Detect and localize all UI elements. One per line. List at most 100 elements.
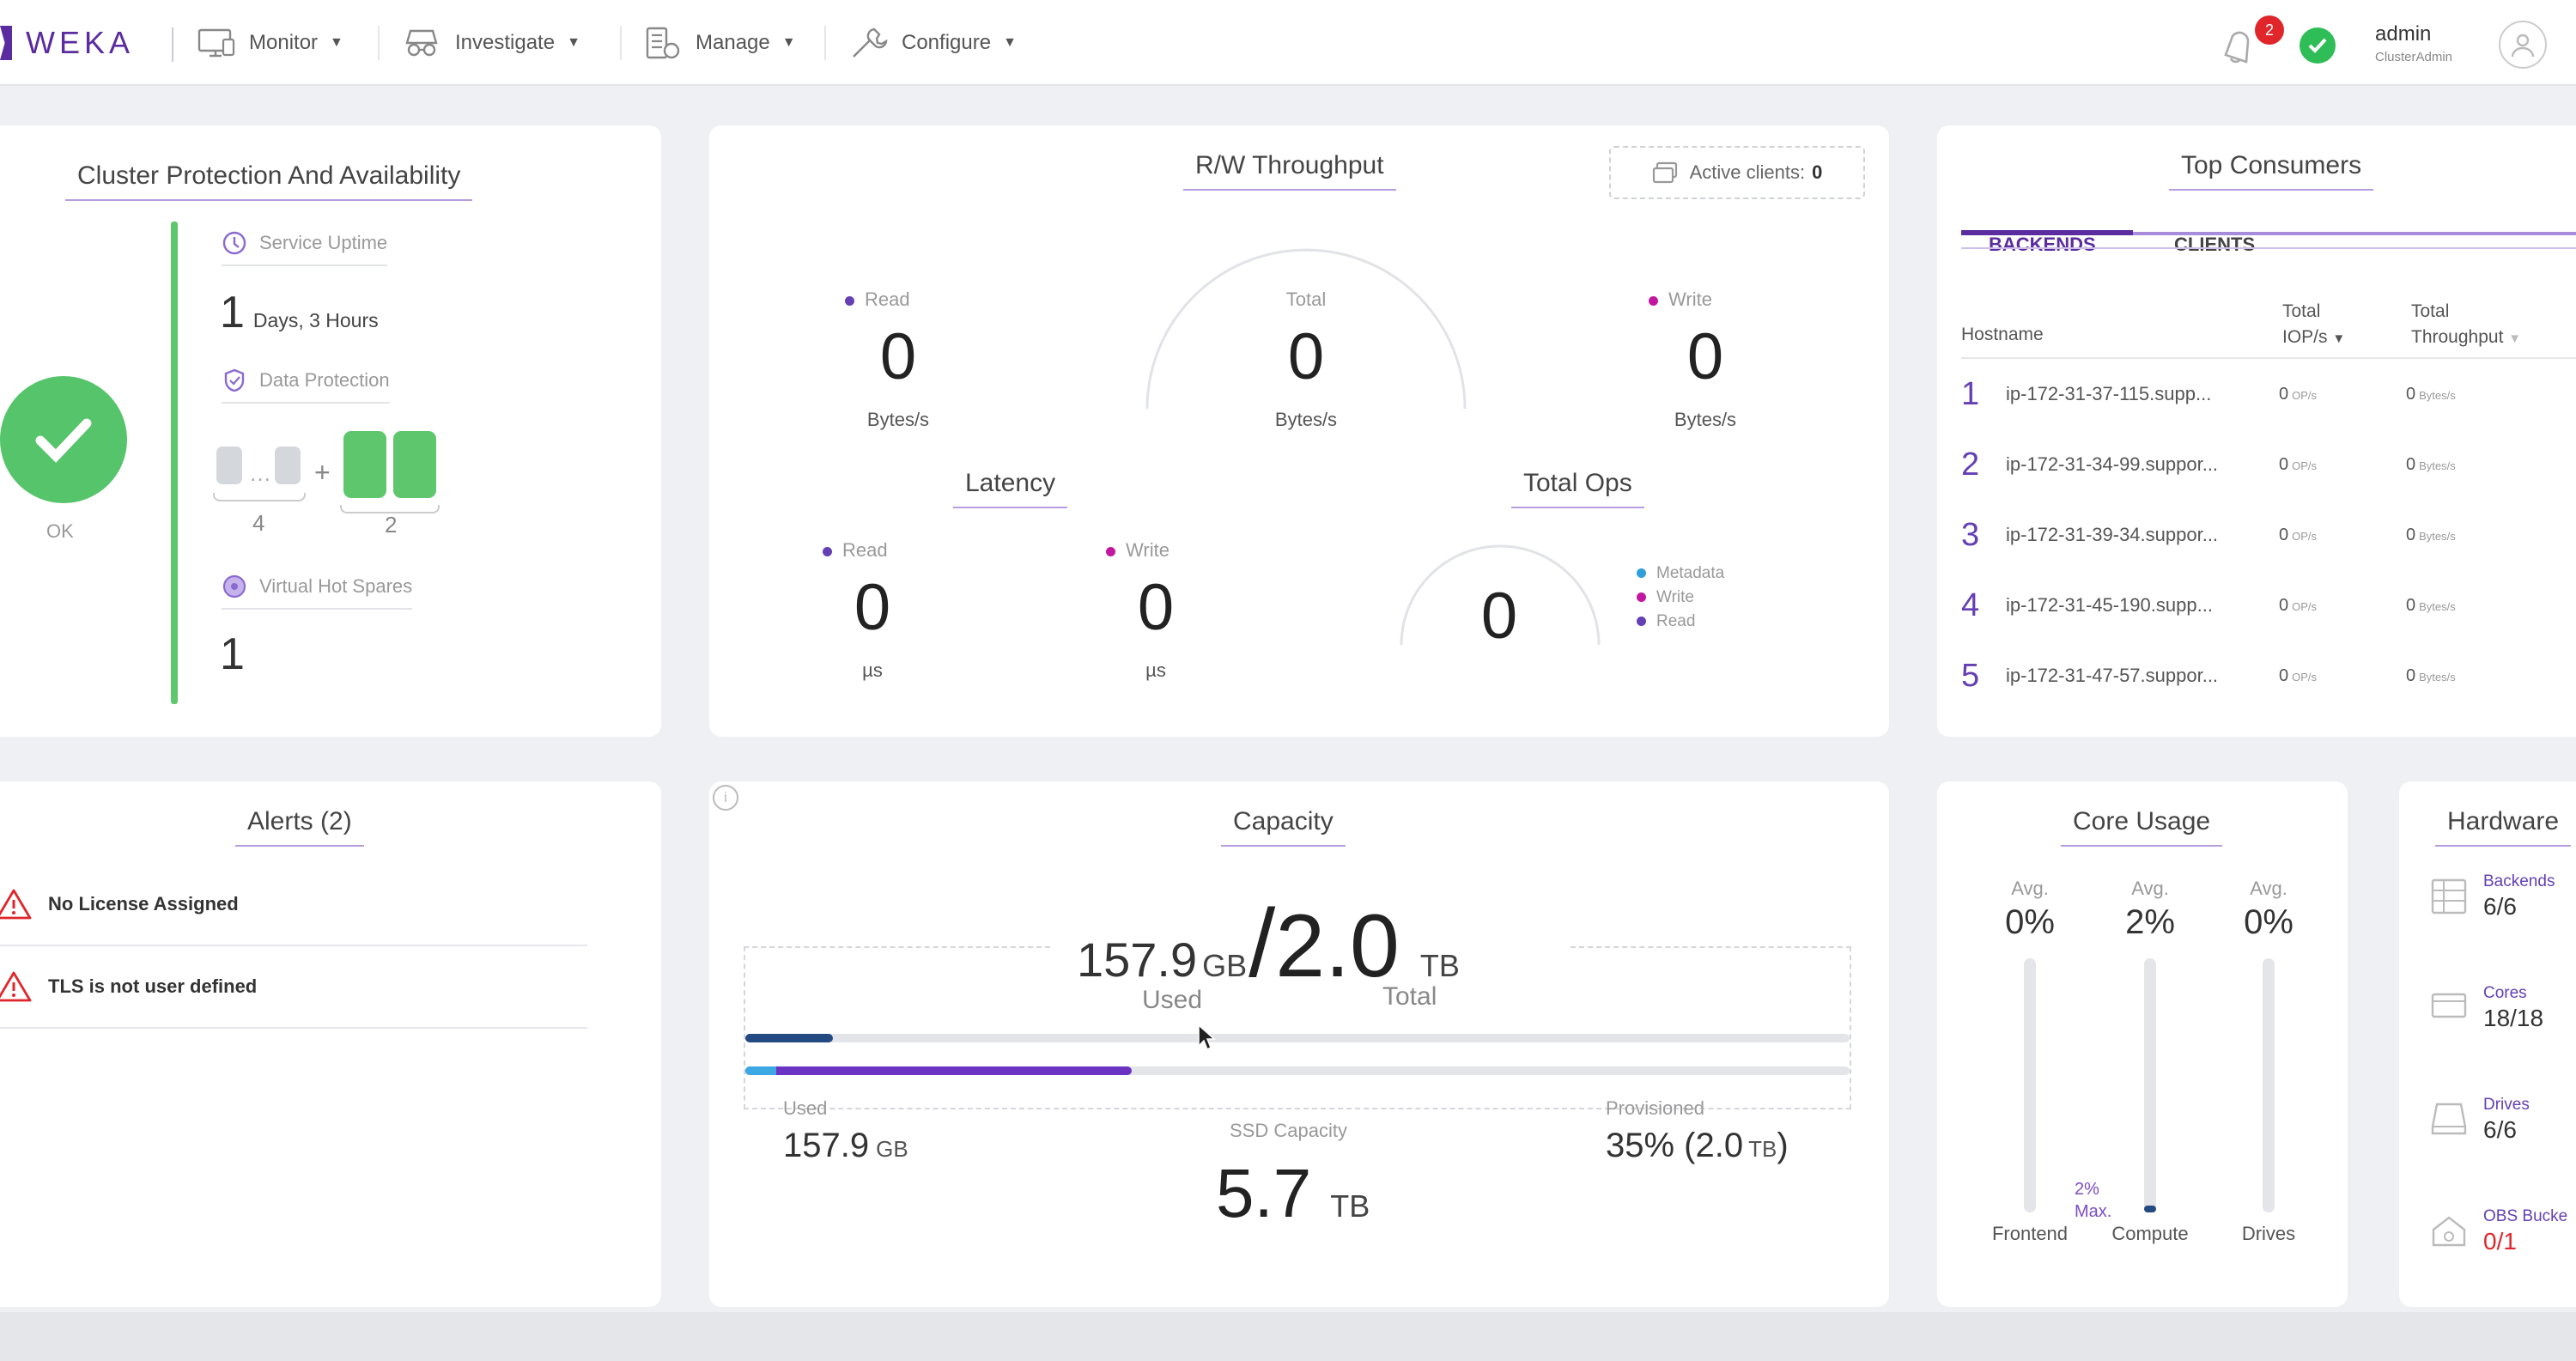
- data-drive-ellipsis: …: [249, 460, 271, 486]
- nav-monitor[interactable]: Monitor ▼: [197, 24, 343, 62]
- write-throughput-unit: Bytes/s: [1674, 409, 1737, 430]
- table-row[interactable]: 1 ip-172-31-37-115.supp... 0 OP/s 0 Bytes/…: [1961, 359, 2576, 429]
- latency-read-unit: µs: [862, 659, 883, 681]
- legend-metadata: Metadata: [1637, 562, 1724, 586]
- tab-clients[interactable]: CLIENTS: [2174, 234, 2255, 256]
- check-icon: [35, 418, 92, 463]
- hardware-obs-buckets[interactable]: OBS Bucke 0/1: [2430, 1207, 2567, 1255]
- active-clients-box[interactable]: Active clients: 0: [1609, 146, 1865, 199]
- data-drive-bracket: [213, 493, 306, 501]
- hardware-backends[interactable]: Backends 6/6: [2430, 872, 2555, 920]
- total-capacity-unit: TB: [1419, 948, 1460, 983]
- row-rank: 1: [1961, 375, 1980, 412]
- alerts-title: Alerts (2): [247, 807, 352, 847]
- ssd-used-fill: [745, 1066, 776, 1075]
- drives-avg-value: 0%: [2244, 903, 2293, 941]
- row-tp-unit: Bytes/s: [2419, 459, 2456, 472]
- weka-logo-mark: [0, 26, 12, 60]
- latency-read-value: 0: [854, 571, 891, 644]
- compute-usage-bar: [2144, 958, 2156, 1212]
- hot-spares-value: 1: [220, 629, 245, 679]
- throughput-card: R/W Throughput Active clients: 0 Read 0 …: [709, 125, 1889, 737]
- latency-write-text: Write: [1126, 539, 1170, 561]
- iops-column-header[interactable]: Total IOP/s ▼: [2282, 299, 2345, 352]
- row-throughput: 0 Bytes/s: [2406, 596, 2543, 616]
- used-capacity-value: 157.9: [1077, 933, 1198, 987]
- nav-monitor-label: Monitor: [249, 31, 319, 54]
- capacity-title: Capacity: [1233, 807, 1334, 847]
- total-capacity-value: 2.0: [1275, 896, 1400, 996]
- total-throughput-value: 0: [1287, 320, 1325, 393]
- top-consumers-title: Top Consumers: [2181, 151, 2361, 191]
- spares-icon: [222, 574, 246, 598]
- read-dot: [823, 546, 832, 556]
- investigate-icon: [405, 29, 438, 57]
- row-tp-value: 0: [2406, 595, 2416, 615]
- alert-item[interactable]: No License Assigned: [0, 864, 587, 946]
- total-ops-value: 0: [1480, 580, 1518, 653]
- total-throughput-unit: Bytes/s: [1274, 409, 1338, 430]
- row-tp-value: 0: [2406, 384, 2416, 404]
- frontend-avg-label: Avg.: [2011, 878, 2049, 899]
- row-iops-value: 0: [2279, 595, 2289, 615]
- cpu-icon: [2431, 993, 2467, 1018]
- data-drive-icon: [275, 447, 301, 484]
- bell-icon: [2224, 31, 2250, 64]
- shield-icon: [224, 368, 245, 392]
- check-icon: [2308, 38, 2327, 53]
- row-iops: 0 OP/s: [2279, 666, 2406, 686]
- row-hostname: ip-172-31-47-57.suppor...: [2006, 665, 2219, 686]
- table-row[interactable]: 5 ip-172-31-47-57.suppor... 0 OP/s 0 Bytes…: [1961, 641, 2576, 711]
- ssd-used-label: Used: [783, 1097, 828, 1119]
- hardware-cores[interactable]: Cores 18/18: [2430, 984, 2543, 1032]
- ssd-capacity-number: 5.7: [1216, 1155, 1312, 1231]
- read-dot: [845, 295, 854, 306]
- cluster-protection-title: Cluster Protection And Availability: [77, 161, 460, 201]
- protection-status-line: [171, 222, 178, 704]
- alert-item[interactable]: TLS is not user defined: [0, 946, 587, 1029]
- hardware-drives[interactable]: Drives 6/6: [2430, 1096, 2530, 1144]
- manage-icon: [646, 27, 680, 59]
- tab-backends[interactable]: BACKENDS: [1989, 234, 2096, 256]
- avatar[interactable]: [2499, 21, 2547, 69]
- row-iops: 0 OP/s: [2279, 596, 2406, 616]
- hardware-drives-label: Drives: [2483, 1096, 2530, 1114]
- table-row[interactable]: 3 ip-172-31-39-34.suppor... 0 OP/s 0 Bytes…: [1961, 500, 2576, 570]
- write-label-text: Write: [1668, 289, 1712, 310]
- weka-logo[interactable]: WEKA: [0, 24, 134, 62]
- cluster-status-ok[interactable]: [2300, 27, 2336, 64]
- bucket-icon: [2432, 1216, 2466, 1247]
- throughput-title: R/W Throughput: [1195, 151, 1384, 191]
- hostname-column-header[interactable]: Hostname: [1961, 325, 2044, 345]
- latency-read-text: Read: [842, 539, 888, 561]
- provisioned-close: ): [1777, 1127, 1789, 1164]
- chevron-down-icon: ▼: [330, 35, 343, 50]
- row-tp-value: 0: [2406, 665, 2416, 685]
- nav-configure[interactable]: Configure ▼: [850, 24, 1017, 62]
- hot-spares-heading: Virtual Hot Spares: [222, 574, 413, 610]
- read-label-text: Read: [865, 289, 910, 310]
- write-dot: [1649, 295, 1658, 306]
- table-row[interactable]: 4 ip-172-31-45-190.supp... 0 OP/s 0 Bytes/…: [1961, 570, 2576, 641]
- ssd-capacity-label: SSD Capacity: [1230, 1120, 1347, 1141]
- latency-write-unit: µs: [1145, 659, 1166, 681]
- tp-header-text: Throughput: [2411, 327, 2504, 347]
- provisioned-number: 35% (2.0: [1606, 1127, 1744, 1164]
- latency-write-value: 0: [1137, 571, 1175, 644]
- uptime-unit: Days, 3 Hours: [252, 309, 379, 331]
- notification-count-badge: 2: [2255, 15, 2284, 45]
- nav-separator: [620, 26, 622, 60]
- write-throughput-label: Write: [1649, 289, 1712, 311]
- nav-manage[interactable]: Manage ▼: [644, 24, 796, 62]
- row-iops: 0 OP/s: [2279, 385, 2406, 404]
- info-icon[interactable]: i: [713, 785, 738, 811]
- row-iops-value: 0: [2279, 525, 2289, 544]
- user-menu[interactable]: admin ClusterAdmin: [2375, 22, 2452, 64]
- notifications-button[interactable]: [2221, 26, 2257, 68]
- nav-investigate[interactable]: Investigate ▼: [402, 24, 580, 62]
- row-rank: 2: [1961, 446, 1980, 483]
- total-ops-title: Total Ops: [1523, 469, 1632, 508]
- table-row[interactable]: 2 ip-172-31-34-99.suppor... 0 OP/s 0 Bytes…: [1961, 429, 2576, 500]
- cluster-status-label: OK: [46, 520, 74, 542]
- throughput-column-header[interactable]: Total Throughput ▼: [2411, 299, 2521, 352]
